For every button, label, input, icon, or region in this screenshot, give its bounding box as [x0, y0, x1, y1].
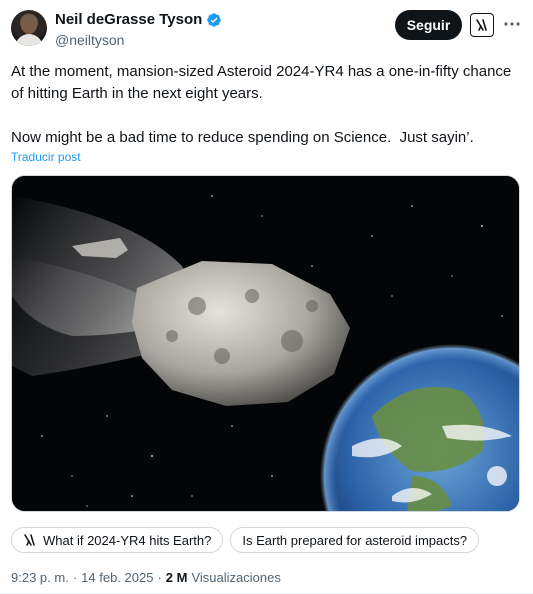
tweet-image[interactable]: [11, 175, 520, 512]
grok-icon[interactable]: [470, 13, 494, 37]
author-name-row[interactable]: Neil deGrasse Tyson: [55, 11, 222, 28]
suggestion-pill[interactable]: Is Earth prepared for asteroid impacts?: [230, 527, 480, 553]
tweet-text: At the moment, mansion-sized Asteroid 20…: [11, 63, 512, 146]
meta-separator: ·: [157, 570, 162, 585]
suggestion-label: Is Earth prepared for asteroid impacts?: [242, 532, 468, 548]
views-count: 2 M: [165, 570, 188, 585]
avatar[interactable]: [11, 10, 47, 46]
follow-button[interactable]: Seguir: [395, 10, 462, 40]
verified-badge-icon: [207, 12, 222, 27]
grok-icon: [24, 534, 35, 546]
suggestion-label: What if 2024-YR4 hits Earth?: [43, 532, 212, 548]
tweet-time[interactable]: 9:23 p. m.: [11, 570, 69, 585]
meta-separator: ·: [72, 570, 78, 585]
author-name[interactable]: Neil deGrasse Tyson: [55, 11, 202, 28]
grok-suggestions: What if 2024-YR4 hits Earth? Is Earth pr…: [11, 527, 480, 553]
author-handle[interactable]: @neiltyson: [55, 32, 124, 48]
tweet-date[interactable]: 14 feb. 2025: [81, 570, 153, 585]
views-label: Visualizaciones: [191, 570, 281, 585]
tweet-meta: 9:23 p. m. · 14 feb. 2025 · 2 M Visualiz…: [11, 570, 281, 585]
translate-link[interactable]: Traducir post: [11, 150, 81, 164]
suggestion-pill[interactable]: What if 2024-YR4 hits Earth?: [11, 527, 224, 553]
tweet-header: Neil deGrasse Tyson @neiltyson Seguir: [0, 0, 533, 52]
more-icon[interactable]: [502, 12, 522, 36]
